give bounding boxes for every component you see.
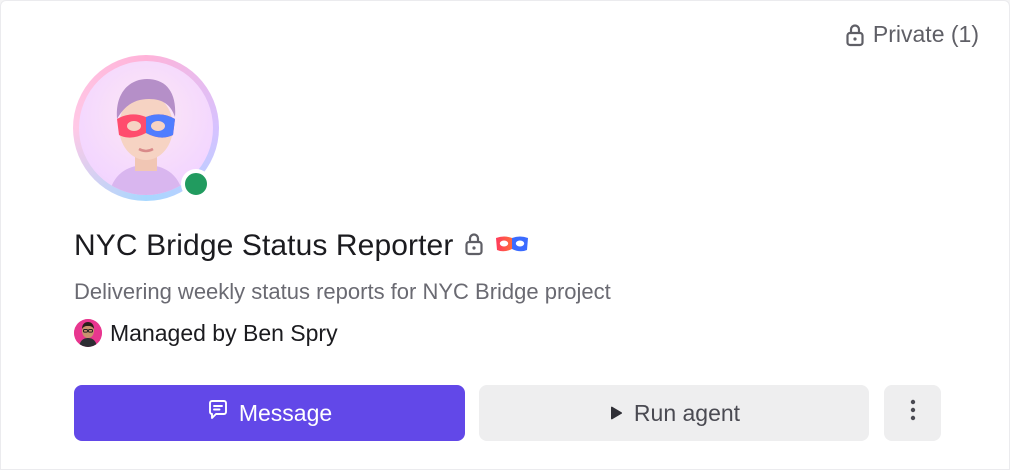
agent-mask-icon	[495, 234, 529, 259]
play-icon	[608, 400, 624, 427]
chat-icon	[207, 399, 229, 427]
lock-icon	[463, 232, 485, 261]
agent-title-row: NYC Bridge Status Reporter	[74, 229, 529, 263]
privacy-indicator[interactable]: Private (1)	[845, 21, 979, 48]
manager-avatar	[74, 319, 102, 347]
manager-label: Managed by Ben Spry	[110, 319, 338, 346]
online-status-dot	[181, 169, 211, 199]
agent-name: NYC Bridge Status Reporter	[74, 229, 454, 262]
agent-card: Private (1) NYC Bridge Status Reporter D…	[0, 0, 1010, 470]
more-options-button[interactable]	[884, 385, 941, 441]
message-button[interactable]: Message	[74, 385, 465, 441]
message-button-label: Message	[238, 399, 333, 426]
agent-description: Delivering weekly status reports for NYC…	[74, 279, 611, 304]
lock-icon	[845, 23, 865, 47]
privacy-label: Private (1)	[872, 21, 979, 47]
run-agent-button[interactable]: Run agent	[479, 385, 869, 441]
manager-info[interactable]: Managed by Ben Spry	[74, 319, 338, 347]
more-vertical-icon	[910, 399, 916, 427]
run-agent-button-label: Run agent	[633, 399, 741, 426]
